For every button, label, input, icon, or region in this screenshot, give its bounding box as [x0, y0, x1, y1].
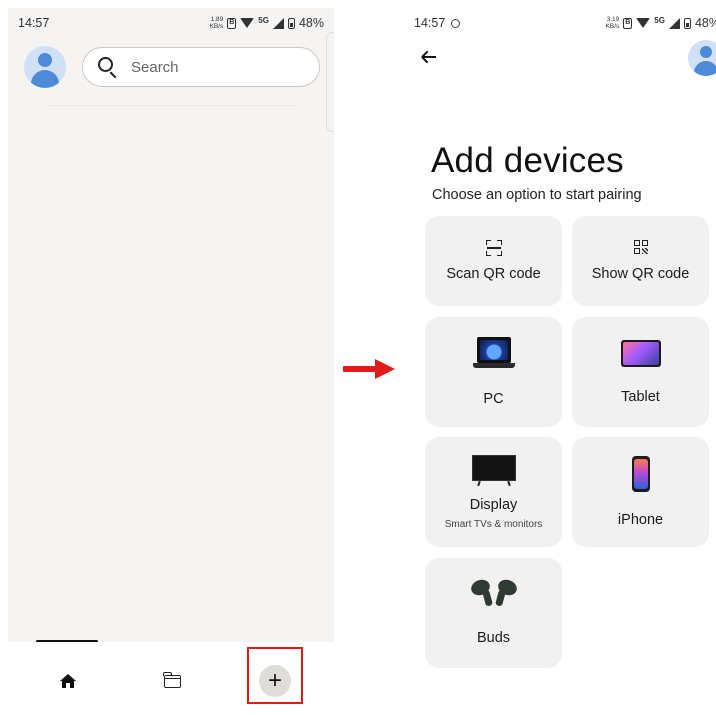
- avatar-head: [700, 46, 712, 58]
- avatar-head: [38, 53, 52, 67]
- signal-icon: [668, 17, 680, 29]
- battery-icon: [683, 17, 691, 29]
- scan-qr-code-option[interactable]: Scan QR code: [425, 216, 562, 306]
- battery-icon: [287, 17, 295, 29]
- search-placeholder: Search: [131, 58, 179, 76]
- pc-option[interactable]: PC: [425, 317, 562, 427]
- search-icon: [97, 56, 119, 79]
- avatar-body: [31, 70, 59, 88]
- option-label: Display: [469, 496, 518, 513]
- option-label: Scan QR code: [446, 266, 541, 282]
- signal-icon: [272, 17, 284, 29]
- divider: [46, 105, 296, 106]
- left-phone-screen: 14:57 1.89 KB/s B 5G 48% Search +: [8, 8, 334, 710]
- option-label: PC: [483, 391, 504, 407]
- option-sublabel: Smart TVs & monitors: [444, 518, 543, 530]
- highlight-box: [247, 647, 303, 704]
- display-option[interactable]: Display Smart TVs & monitors: [425, 437, 562, 547]
- option-label: Show QR code: [591, 266, 690, 282]
- network-type: 5G: [258, 16, 269, 25]
- battery-percent: 48%: [298, 16, 324, 30]
- status-icons: 1.89 KB/s B 5G 48%: [210, 16, 324, 30]
- buds-option[interactable]: Buds: [425, 558, 562, 668]
- option-label: iPhone: [617, 512, 664, 528]
- status-time: 14:57: [18, 16, 50, 30]
- scan-qr-icon: [485, 240, 502, 256]
- status-bar: 14:57 1.89 KB/s B 5G 48%: [8, 8, 334, 36]
- option-label: Buds: [476, 630, 511, 646]
- battery-percent: 48%: [694, 16, 716, 30]
- folder-icon[interactable]: [163, 672, 181, 688]
- avatar[interactable]: [688, 40, 716, 76]
- laptop-icon: [472, 337, 515, 371]
- vpn-icon: [451, 19, 461, 28]
- iphone-option[interactable]: iPhone: [572, 437, 709, 547]
- sim-icon: B: [227, 17, 237, 29]
- qr-code-icon: [633, 240, 648, 254]
- network-speed: 3.19 KB/s: [605, 16, 620, 30]
- option-label: Tablet: [621, 388, 660, 405]
- network-speed: 1.89 KB/s: [209, 16, 224, 30]
- side-panel-peek[interactable]: [326, 32, 334, 132]
- home-icon[interactable]: [60, 674, 76, 688]
- network-type: 5G: [654, 16, 665, 25]
- status-bar: 14:57 3.19 KB/s B 5G 48%: [404, 8, 716, 36]
- tv-icon: [471, 454, 516, 487]
- status-time: 14:57: [414, 16, 461, 30]
- page-subtitle: Choose an option to start pairing: [432, 187, 642, 203]
- status-icons: 3.19 KB/s B 5G 48%: [606, 16, 716, 30]
- phone-icon: [631, 456, 650, 492]
- tablet-icon: [620, 339, 661, 367]
- sim-icon: B: [623, 17, 633, 29]
- avatar-body: [694, 61, 716, 76]
- earbuds-icon: [468, 577, 519, 608]
- page-title: Add devices: [431, 141, 624, 180]
- wifi-icon: [240, 18, 255, 28]
- search-input[interactable]: Search: [82, 47, 320, 87]
- avatar[interactable]: [24, 46, 66, 88]
- tablet-option[interactable]: Tablet: [572, 317, 709, 427]
- show-qr-code-option[interactable]: Show QR code: [572, 216, 709, 306]
- arrow-right-icon: [343, 359, 395, 379]
- right-phone-screen: 14:57 3.19 KB/s B 5G 48% Add devices Cho…: [404, 8, 716, 710]
- wifi-icon: [636, 18, 651, 28]
- back-arrow-icon[interactable]: [420, 48, 438, 66]
